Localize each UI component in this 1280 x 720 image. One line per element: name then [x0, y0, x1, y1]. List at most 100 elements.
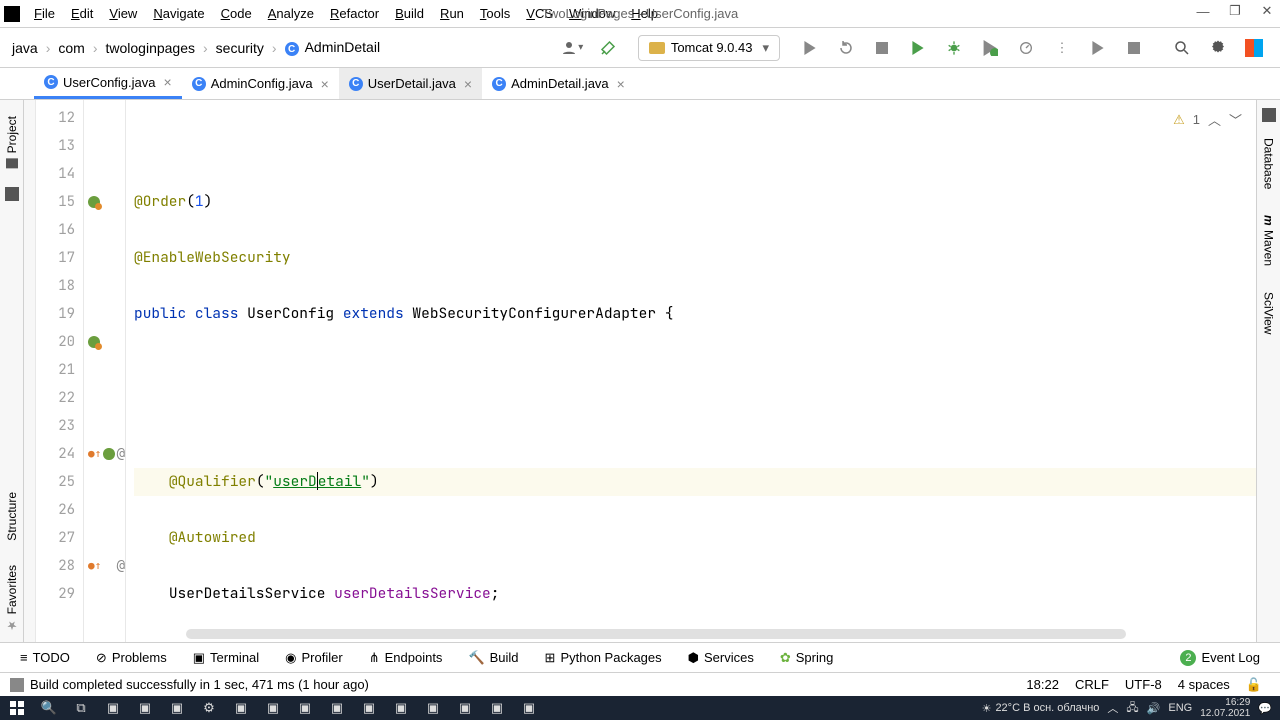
tab-userconfig[interactable]: CUserConfig.java× — [34, 68, 182, 99]
run-config-selector[interactable]: Tomcat 9.0.43 ▾ — [638, 35, 780, 61]
taskbar-app[interactable]: ▣ — [322, 697, 352, 719]
taskbar-app[interactable]: ▣ — [258, 697, 288, 719]
encoding[interactable]: UTF-8 — [1117, 677, 1170, 692]
close-tab-icon[interactable]: × — [321, 76, 329, 92]
close-tab-icon[interactable]: × — [617, 76, 625, 92]
bean-icon[interactable] — [88, 336, 100, 348]
structure-tool[interactable]: Structure — [2, 482, 22, 551]
tray-volume-icon[interactable]: 🔊 — [1147, 702, 1161, 715]
breadcrumb-item[interactable]: java — [8, 40, 42, 56]
taskbar-app[interactable]: ▣ — [450, 697, 480, 719]
override-up-icon[interactable]: ●↑ — [88, 440, 101, 468]
minimize-button[interactable]: — — [1194, 2, 1212, 20]
implements-icon[interactable] — [88, 196, 100, 208]
taskbar-app[interactable]: ▣ — [386, 697, 416, 719]
taskbar-app[interactable]: ▣ — [514, 697, 544, 719]
taskbar-app[interactable]: ▣ — [482, 697, 512, 719]
tray-network-icon[interactable]: 🖧 — [1126, 699, 1138, 718]
menu-analyze[interactable]: Analyze — [260, 3, 322, 24]
breadcrumb-item[interactable]: com — [54, 40, 88, 56]
task-view-icon[interactable]: ⧉ — [66, 697, 96, 719]
annotation-gutter-icon[interactable]: @ — [117, 440, 125, 468]
notifications-icon[interactable] — [1262, 108, 1276, 122]
tab-admindetail[interactable]: CAdminDetail.java× — [482, 68, 635, 99]
breadcrumb-item[interactable]: security — [212, 40, 268, 56]
menu-build[interactable]: Build — [387, 3, 432, 24]
user-icon[interactable]: ▾ — [557, 33, 587, 63]
tray-language[interactable]: ENG — [1168, 702, 1192, 714]
indent[interactable]: 4 spaces — [1170, 677, 1238, 692]
maximize-button[interactable]: ❐ — [1226, 2, 1244, 20]
line-separator[interactable]: CRLF — [1067, 677, 1117, 692]
sciview-tool[interactable]: SciView — [1259, 282, 1279, 344]
horizontal-scrollbar[interactable] — [186, 629, 1126, 639]
build-tool[interactable]: 🔨Build — [458, 643, 528, 672]
next-highlight-icon[interactable]: ﹀ — [1229, 110, 1242, 129]
line-gutter[interactable]: 121314151617181920212223242526272829 — [36, 100, 84, 642]
ide-icon[interactable] — [1239, 33, 1269, 63]
menu-tools[interactable]: Tools — [472, 3, 518, 24]
terminal-tool[interactable]: ▣Terminal — [183, 643, 269, 672]
menu-navigate[interactable]: Navigate — [145, 3, 212, 24]
taskbar-app[interactable]: ▣ — [354, 697, 384, 719]
caret-position[interactable]: 18:22 — [1018, 677, 1067, 692]
start-button[interactable] — [2, 697, 32, 719]
run-button[interactable] — [795, 33, 825, 63]
taskbar-app[interactable]: ▣ — [130, 697, 160, 719]
close-button[interactable]: ✕ — [1258, 2, 1276, 20]
project-tool[interactable]: Project — [2, 106, 22, 179]
breadcrumb-item[interactable]: twologinpages — [101, 40, 199, 56]
run-green-button[interactable] — [903, 33, 933, 63]
status-icon[interactable] — [10, 678, 24, 692]
inspections-widget[interactable]: ⚠ 1 ︿ ﹀ — [1173, 110, 1242, 129]
readonly-lock-icon[interactable]: 🔓 — [1238, 677, 1270, 693]
prev-highlight-icon[interactable]: ︿ — [1208, 110, 1221, 129]
settings-button[interactable] — [1203, 33, 1233, 63]
taskbar-app[interactable]: ▣ — [98, 697, 128, 719]
breadcrumb-item[interactable]: CAdminDetail — [281, 39, 388, 57]
more-run-button[interactable]: ⋮ — [1047, 33, 1077, 63]
tray-clock[interactable]: 16:2912.07.2021 — [1200, 697, 1250, 719]
taskbar-app[interactable]: ▣ — [226, 697, 256, 719]
spring-tool[interactable]: ✿Spring — [770, 643, 843, 672]
weather-widget[interactable]: ☀22°C В осн. облачно — [976, 697, 1106, 719]
gutter-icons[interactable]: ●↑ @ ●↑ @ — [84, 100, 126, 642]
annotation-gutter-icon[interactable]: @ — [117, 552, 125, 580]
stop-button[interactable] — [867, 33, 897, 63]
rerun-button[interactable] — [831, 33, 861, 63]
tray-chevron-icon[interactable]: ︿ — [1107, 700, 1118, 716]
services-tool[interactable]: ⬢Services — [678, 643, 764, 672]
editor[interactable]: 121314151617181920212223242526272829 ●↑ @… — [24, 100, 1256, 642]
close-tab-icon[interactable]: × — [164, 74, 172, 90]
search-taskbar-icon[interactable]: 🔍 — [34, 697, 64, 719]
taskbar-app[interactable]: ▣ — [418, 697, 448, 719]
database-tool[interactable]: Database — [1259, 128, 1279, 199]
search-button[interactable] — [1167, 33, 1197, 63]
code-area[interactable]: @Order(1) @EnableWebSecurity public clas… — [126, 100, 1256, 642]
python-packages-tool[interactable]: ⊞Python Packages — [535, 643, 672, 672]
problems-tool[interactable]: ⊘Problems — [86, 643, 177, 672]
hammer-build-icon[interactable] — [593, 33, 623, 63]
menu-refactor[interactable]: Refactor — [322, 3, 387, 24]
tray-notifications-icon[interactable]: 💬 — [1258, 702, 1272, 715]
override-up-icon[interactable]: ●↑ — [88, 552, 101, 580]
system-tray[interactable]: ︿ 🖧 🔊 ENG 16:2912.07.2021 💬 — [1107, 697, 1278, 719]
menu-file[interactable]: File — [26, 3, 63, 24]
event-log-tool[interactable]: 2Event Log — [1170, 643, 1270, 672]
close-tab-icon[interactable]: × — [464, 76, 472, 92]
profiler-tool[interactable]: ◉Profiler — [275, 643, 353, 672]
play-button[interactable] — [1083, 33, 1113, 63]
folder-icon[interactable] — [5, 187, 19, 201]
menu-code[interactable]: Code — [213, 3, 260, 24]
menu-edit[interactable]: Edit — [63, 3, 101, 24]
maven-tool[interactable]: mMaven — [1259, 205, 1279, 276]
profile-button[interactable] — [1011, 33, 1041, 63]
taskbar-app[interactable]: ▣ — [290, 697, 320, 719]
taskbar-app[interactable]: ▣ — [162, 697, 192, 719]
menu-view[interactable]: View — [101, 3, 145, 24]
todo-tool[interactable]: ≡TODO — [10, 643, 80, 672]
coverage-button[interactable] — [975, 33, 1005, 63]
bean-icon[interactable] — [103, 448, 114, 460]
favorites-tool[interactable]: ★Favorites — [2, 555, 22, 642]
tab-userdetail[interactable]: CUserDetail.java× — [339, 68, 482, 99]
